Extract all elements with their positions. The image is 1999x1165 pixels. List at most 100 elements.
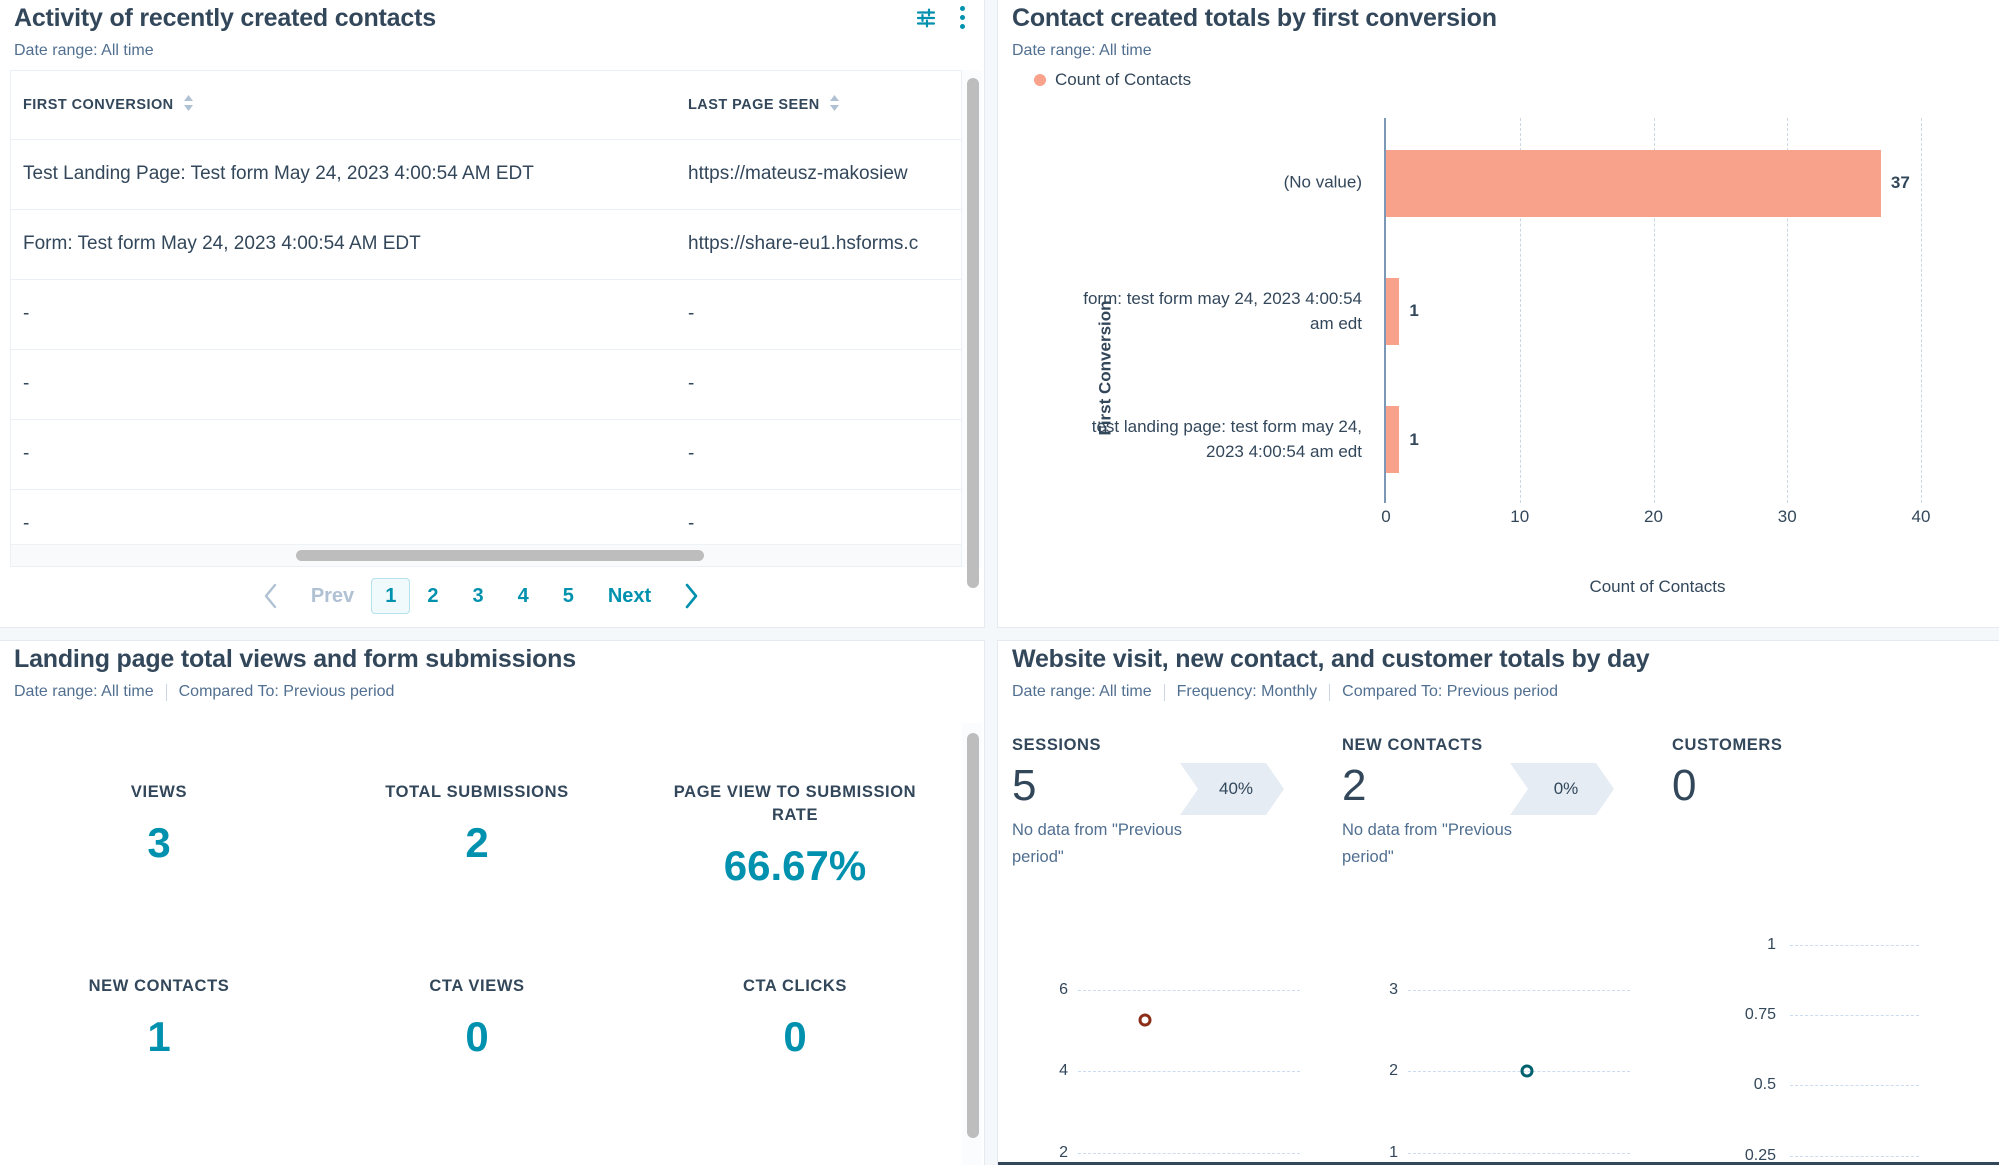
bar-chart: First Conversion (No value) form: test f…: [998, 108, 1999, 627]
cell-first-conversion: -: [11, 349, 676, 420]
pagination-page-2[interactable]: 2: [410, 578, 455, 614]
panel-contact-created-by-first-conversion: Contact created totals by first conversi…: [997, 0, 1999, 628]
chart-plot-area: (No value) form: test form may 24, 2023 …: [1066, 118, 1930, 535]
panel-landing-title: Landing page total views and form submis…: [14, 645, 576, 673]
contacts-table: FIRST CONVERSION LAST PAGE SEEN Test Lan…: [11, 71, 961, 560]
kpi-cta-views: CTA VIEWS 0: [318, 975, 636, 1062]
chart-x-axis-title: Count of Contacts: [1589, 577, 1726, 596]
table-vertical-scrollbar-thumb[interactable]: [967, 78, 979, 588]
pagination-next-arrow-icon[interactable]: [668, 582, 714, 610]
sort-arrows-icon[interactable]: [829, 94, 840, 116]
comparison-kpi-row: SESSIONS 5 No data from "Previous period…: [1012, 736, 1999, 871]
legend-label: Count of Contacts: [1055, 70, 1192, 89]
comparison-label: SESSIONS: [1012, 736, 1102, 754]
panel-activity-actions: [915, 3, 970, 32]
table-horizontal-scrollbar[interactable]: [11, 544, 961, 566]
panel-conversion-title: Contact created totals by first conversi…: [1012, 4, 1497, 32]
kpi-label: CTA CLICKS: [742, 977, 848, 995]
mini-chart-data-point[interactable]: [1520, 1064, 1534, 1078]
panel-activity-recent-contacts: Activity of recently created contacts Da…: [0, 0, 985, 628]
kebab-menu-icon[interactable]: [955, 3, 970, 32]
mini-chart-gridline: [1408, 1071, 1630, 1073]
cell-last-page-seen: https://share-eu1.hsforms.c: [676, 209, 961, 280]
mini-chart-y-tick: 2: [1059, 1144, 1068, 1162]
table-row[interactable]: Form: Test form May 24, 2023 4:00:54 AM …: [11, 209, 961, 280]
compared-to-label: Compared To: Previous period: [1342, 683, 1558, 700]
cell-first-conversion: Form: Test form May 24, 2023 4:00:54 AM …: [11, 209, 676, 280]
chart-gridline: [1921, 118, 1922, 503]
sliders-icon[interactable]: [915, 7, 937, 29]
meta-divider: [1329, 683, 1331, 701]
kpi-grid: VIEWS 3 TOTAL SUBMISSIONS 2 PAGE VIEW TO…: [0, 781, 954, 1062]
mini-charts-row: 6 4 2 3 2 1 1 0.75 0.5 0.25: [1012, 931, 1999, 1165]
panel-website-meta: Date range: All time Frequency: Monthly …: [1012, 683, 1985, 701]
mini-chart-gridline: [1408, 1153, 1630, 1155]
table-horizontal-scrollbar-thumb[interactable]: [296, 550, 704, 561]
chart-bar-value: 37: [1890, 173, 1910, 193]
kpi-label: PAGE VIEW TO SUBMISSION RATE: [673, 783, 917, 824]
panel-activity-meta: Date range: All time: [14, 42, 970, 60]
kpi-total-submissions: TOTAL SUBMISSIONS 2: [318, 781, 636, 891]
chart-bar-row[interactable]: 1: [1386, 405, 1921, 474]
legend-color-swatch-icon: [1034, 74, 1046, 86]
kpi-value: 1: [147, 1013, 171, 1060]
kpi-value: 66.67%: [723, 842, 867, 889]
table-row[interactable]: - -: [11, 279, 961, 350]
comparison-new-contacts: NEW CONTACTS 2 No data from "Previous pe…: [1342, 736, 1672, 871]
panel-website-visit-totals: Website visit, new contact, and customer…: [997, 640, 1999, 1165]
page-title: Activity of recently created contacts: [14, 4, 436, 32]
pagination-next-button[interactable]: Next: [591, 578, 668, 614]
pagination-page-1[interactable]: 1: [371, 578, 411, 614]
comparison-label: CUSTOMERS: [1672, 736, 1783, 754]
chart-bar-row[interactable]: 37: [1386, 149, 1921, 217]
table-row[interactable]: - -: [11, 419, 961, 490]
kpi-value: 0: [465, 1013, 489, 1060]
chart-bar-value: 1: [1409, 301, 1419, 321]
date-range-label: Date range: All time: [1012, 42, 1152, 59]
contacts-table-container: FIRST CONVERSION LAST PAGE SEEN Test Lan…: [10, 70, 962, 567]
pagination-page-4[interactable]: 4: [501, 578, 546, 614]
chart-x-tick: 20: [1644, 507, 1663, 526]
chart-bar[interactable]: [1386, 149, 1881, 217]
mini-chart-y-tick: 6: [1059, 980, 1068, 998]
chart-category-labels: (No value) form: test form may 24, 2023 …: [1066, 118, 1376, 503]
pagination-page-5[interactable]: 5: [546, 578, 591, 614]
chart-bar[interactable]: [1386, 277, 1400, 346]
mini-chart-gridline: [1790, 945, 1919, 947]
panel-website-header: Website visit, new contact, and customer…: [998, 641, 1999, 701]
panel-landing-scrollbar-thumb[interactable]: [967, 733, 979, 1138]
kpi-label: CTA VIEWS: [429, 977, 525, 995]
mini-chart-y-tick: 2: [1389, 1062, 1398, 1080]
mini-chart-gridline: [1790, 1015, 1919, 1017]
mini-chart-y-tick: 1: [1389, 1144, 1398, 1162]
pagination-prev-button[interactable]: Prev: [294, 578, 371, 614]
mini-chart-data-point[interactable]: [1138, 1013, 1152, 1027]
mini-chart-y-tick: 0.5: [1753, 1076, 1776, 1094]
chart-x-tick: 0: [1381, 507, 1391, 526]
chart-bar-row[interactable]: 1: [1386, 277, 1921, 346]
comparison-subtext: No data from "Previous period": [1342, 821, 1513, 866]
chart-category-label: test landing page: test form may 24, 202…: [1091, 416, 1362, 461]
comparison-value: 2: [1342, 761, 1367, 810]
kpi-label: NEW CONTACTS: [88, 977, 230, 995]
pagination-page-3[interactable]: 3: [455, 578, 500, 614]
mini-chart-y-tick: 3: [1389, 980, 1398, 998]
sort-arrows-icon[interactable]: [183, 94, 194, 116]
column-header-first-conversion[interactable]: FIRST CONVERSION: [11, 71, 676, 140]
chart-bar[interactable]: [1386, 405, 1400, 474]
table-header-row: FIRST CONVERSION LAST PAGE SEEN: [11, 71, 961, 140]
table-row[interactable]: - -: [11, 349, 961, 420]
column-header-last-page-seen[interactable]: LAST PAGE SEEN: [676, 71, 961, 140]
kpi-new-contacts: NEW CONTACTS 1: [0, 975, 318, 1062]
mini-chart-customers: 1 0.75 0.5 0.25: [1672, 931, 1999, 1165]
chart-bars-area: 37 1 1 0 10 20 30 40: [1381, 118, 1930, 526]
comparison-sessions: SESSIONS 5 No data from "Previous period…: [1012, 736, 1342, 871]
pagination-prev-arrow-icon[interactable]: [248, 582, 294, 610]
cell-last-page-seen: -: [676, 279, 961, 350]
contacts-table-body: Test Landing Page: Test form May 24, 202…: [11, 139, 961, 560]
meta-divider: [165, 683, 167, 701]
mini-chart-gridline: [1078, 1153, 1300, 1155]
column-header-first-conversion-label: FIRST CONVERSION: [23, 96, 174, 113]
panel-website-title: Website visit, new contact, and customer…: [1012, 645, 1650, 673]
table-row[interactable]: Test Landing Page: Test form May 24, 202…: [11, 139, 961, 210]
